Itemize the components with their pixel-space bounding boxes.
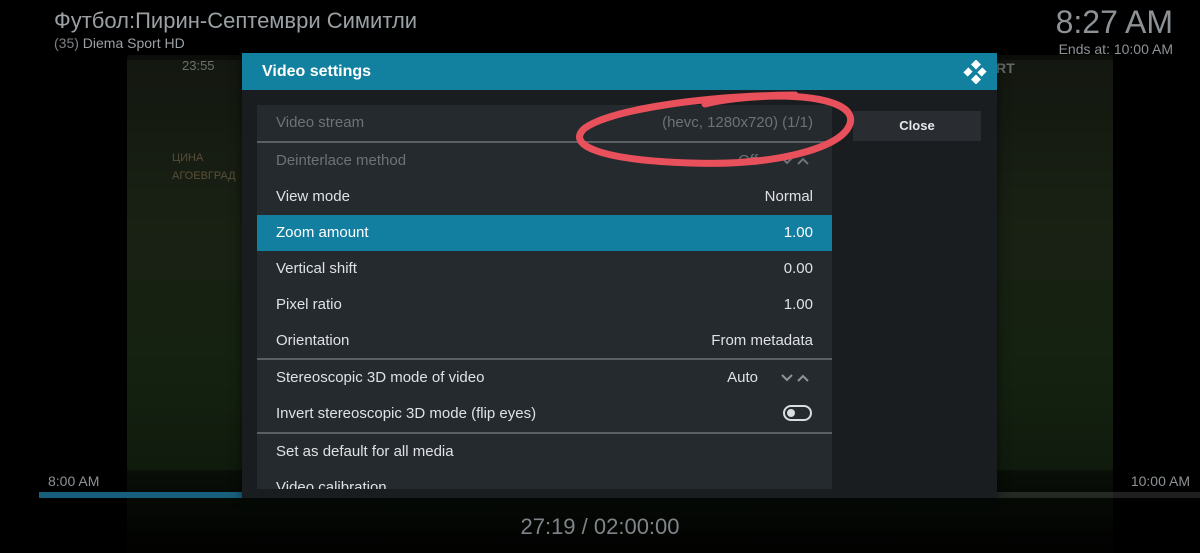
channel-name: Diema Sport HD bbox=[82, 35, 185, 51]
setting-label: Orientation bbox=[276, 332, 350, 349]
ends-at: Ends at: 10:00 AM bbox=[1058, 41, 1173, 57]
setting-value: Normal bbox=[764, 188, 813, 205]
setting-value: (hevc, 1280x720) (1/1) bbox=[662, 114, 813, 131]
dialog-header: Video settings bbox=[242, 53, 997, 90]
setting-label: Pixel ratio bbox=[276, 296, 342, 313]
setting-pixel-ratio[interactable]: Pixel ratio 1.00 bbox=[257, 287, 832, 323]
close-button[interactable]: Close bbox=[853, 111, 981, 141]
kodi-logo-icon bbox=[963, 60, 987, 84]
setting-value: 1.00 bbox=[783, 296, 813, 313]
setting-video-calibration[interactable]: Video calibration bbox=[257, 470, 832, 489]
timeline-end: 10:00 AM bbox=[1130, 473, 1190, 489]
setting-vertical-shift[interactable]: Vertical shift 0.00 bbox=[257, 251, 832, 287]
program-title: Футбол:Пирин-Септември Симитли bbox=[54, 8, 418, 33]
setting-label: Zoom amount bbox=[276, 224, 369, 241]
setting-deinterlace-method: Deinterlace method Off bbox=[257, 143, 832, 179]
toggle-knob bbox=[787, 409, 795, 417]
video-sign-text: ЦИНА АГОЕВГРАД bbox=[172, 152, 236, 182]
setting-orientation[interactable]: Orientation From metadata bbox=[257, 323, 832, 359]
toggle-off-icon[interactable] bbox=[783, 405, 812, 421]
timeline-start: 8:00 AM bbox=[48, 473, 100, 489]
setting-video-stream: Video stream (hevc, 1280x720) (1/1) bbox=[257, 105, 832, 141]
setting-value: 0.00 bbox=[783, 260, 813, 277]
channel-number: (35) bbox=[54, 35, 79, 51]
video-settings-dialog: Video settings Video stream (hevc, 1280x… bbox=[242, 53, 997, 498]
channel-info: (35) Diema Sport HD bbox=[54, 35, 185, 51]
playtime: 27:19 / 02:00:00 bbox=[520, 514, 680, 539]
settings-list: Video stream (hevc, 1280x720) (1/1) Dein… bbox=[257, 105, 832, 489]
setting-label: Invert stereoscopic 3D mode (flip eyes) bbox=[276, 405, 537, 422]
video-scoreboard: 23:55 bbox=[182, 58, 215, 73]
setting-value: From metadata bbox=[711, 332, 813, 349]
setting-label: Stereoscopic 3D mode of video bbox=[276, 369, 485, 386]
chevron-up-down-icon[interactable] bbox=[780, 370, 812, 386]
setting-label: Video calibration bbox=[276, 479, 387, 489]
chevron-up-down-icon bbox=[781, 157, 809, 165]
setting-label: Video stream bbox=[276, 114, 365, 131]
setting-label: Vertical shift bbox=[276, 260, 357, 277]
setting-label: Set as default for all media bbox=[276, 443, 454, 460]
setting-value: 1.00 bbox=[783, 224, 813, 241]
setting-set-as-default[interactable]: Set as default for all media bbox=[257, 434, 832, 470]
setting-zoom-amount[interactable]: Zoom amount 1.00 bbox=[257, 215, 832, 251]
setting-value: Off bbox=[738, 152, 758, 169]
setting-label: Deinterlace method bbox=[276, 152, 407, 169]
setting-stereoscopic-3d-mode[interactable]: Stereoscopic 3D mode of video Auto bbox=[257, 360, 832, 396]
setting-label: View mode bbox=[276, 188, 350, 205]
dialog-title: Video settings bbox=[262, 63, 372, 80]
clock: 8:27 AM bbox=[1055, 4, 1173, 40]
setting-invert-stereoscopic-3d[interactable]: Invert stereoscopic 3D mode (flip eyes) bbox=[257, 396, 832, 432]
video-brand-text: RT bbox=[996, 60, 1015, 76]
setting-view-mode[interactable]: View mode Normal bbox=[257, 179, 832, 215]
setting-value: Auto bbox=[727, 369, 758, 386]
